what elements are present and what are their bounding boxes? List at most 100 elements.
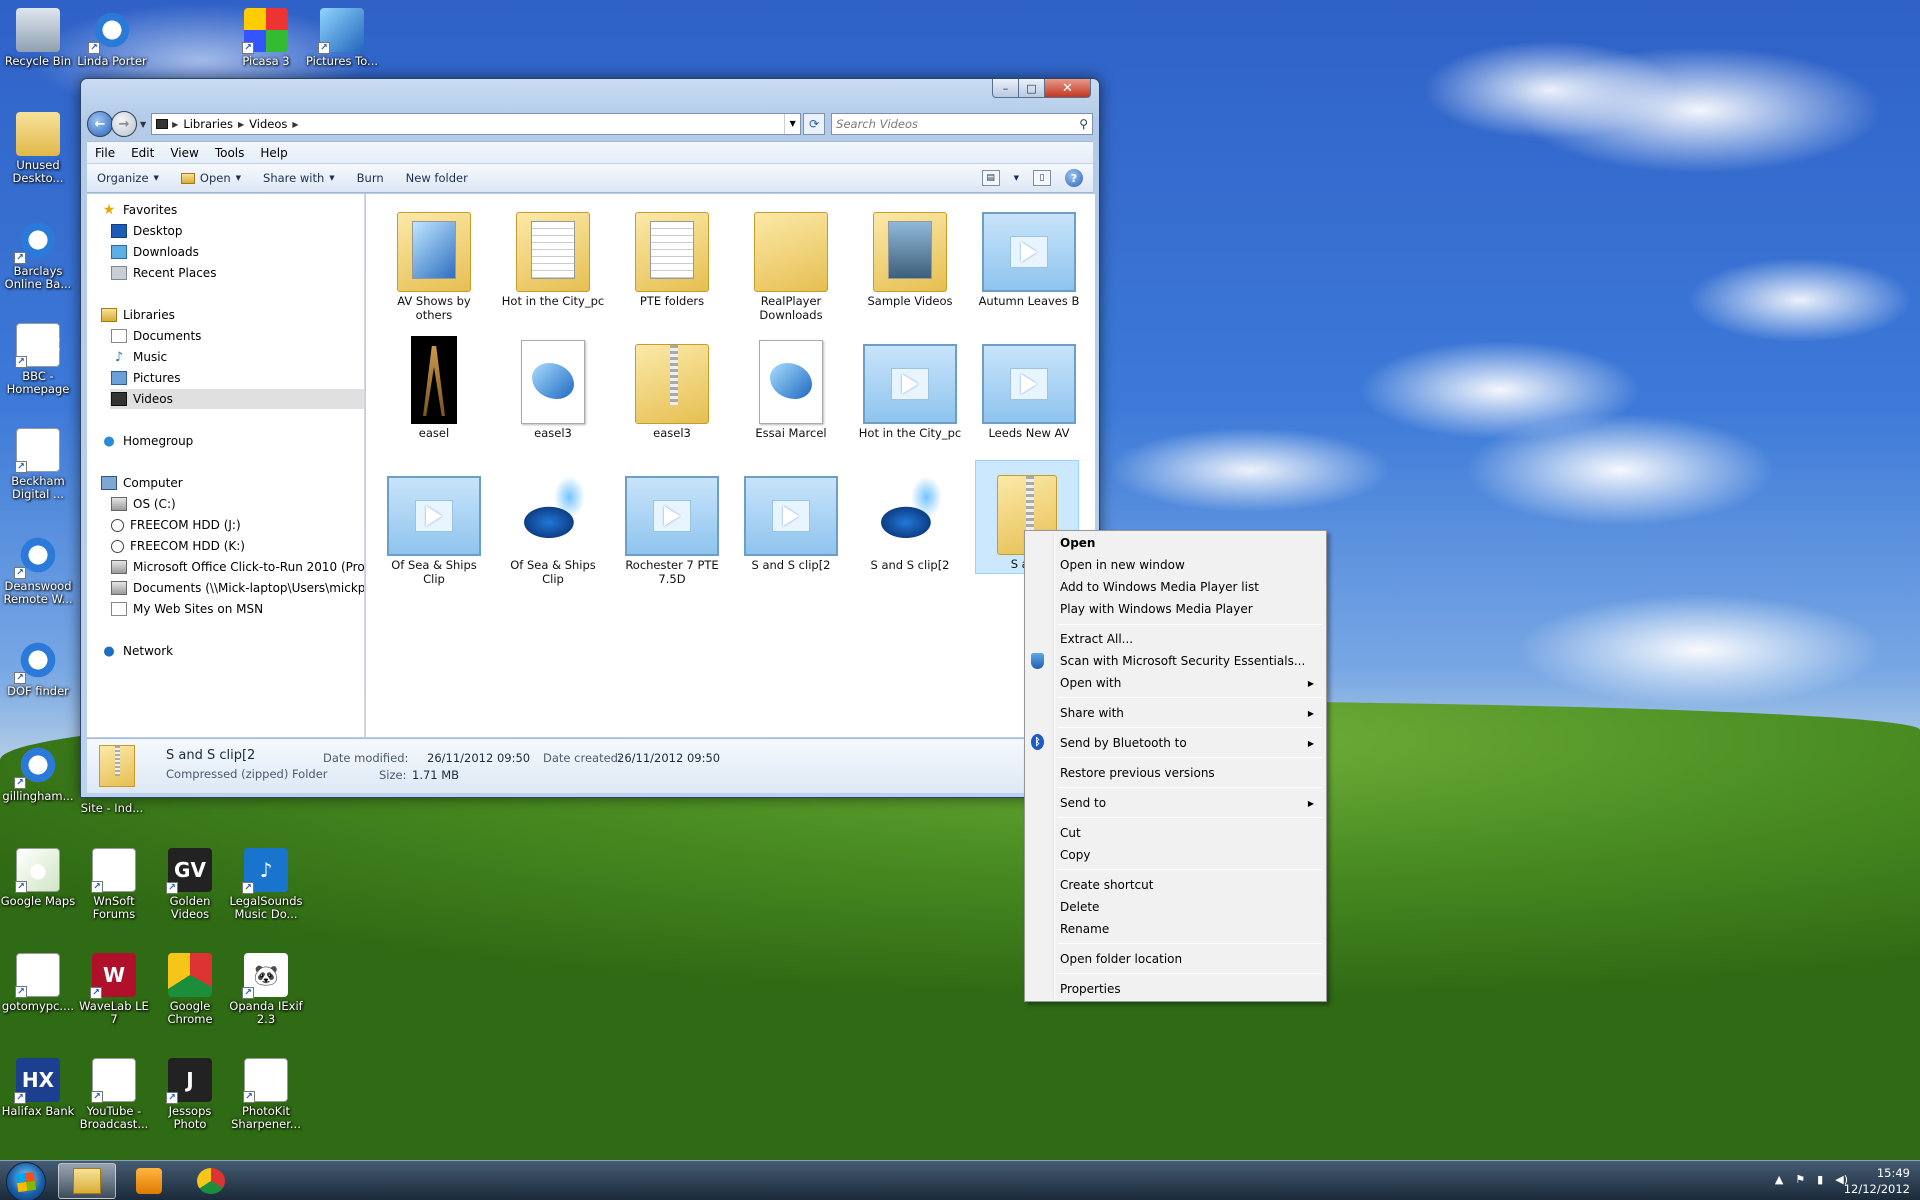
- nav-videos[interactable]: Videos: [110, 389, 364, 409]
- desktop-icon-beckham[interactable]: ♥ ↗ Beckham Digital ...: [0, 428, 76, 501]
- nav-computer[interactable]: Computer: [101, 473, 183, 493]
- show-hidden-icons-button[interactable]: ▲: [1775, 1173, 1783, 1186]
- burn-button[interactable]: Burn: [357, 171, 384, 185]
- desktop-icon-google-maps[interactable]: ● ↗ Google Maps: [0, 848, 76, 908]
- desktop-icon-pictures-to[interactable]: ↗ Pictures To...: [304, 8, 380, 68]
- menu-item-extract-all[interactable]: Extract All...: [1060, 628, 1322, 650]
- nav-libraries[interactable]: Libraries: [101, 305, 175, 325]
- breadcrumb-separator[interactable]: ▶: [238, 120, 244, 129]
- file-item[interactable]: easel3: [499, 330, 607, 440]
- address-bar[interactable]: ▶ Libraries ▶ Videos ▶ ▼: [151, 113, 802, 135]
- nav-office-click-to-run[interactable]: Microsoft Office Click-to-Run 2010 (Prot…: [111, 557, 364, 577]
- address-history-dropdown[interactable]: ▼: [784, 114, 800, 134]
- desktop-icon-unused[interactable]: Unused Deskto...: [0, 112, 76, 185]
- desktop-icon-barclays[interactable]: e ↗ Barclays Online Ba...: [0, 218, 76, 291]
- file-item[interactable]: easel: [380, 330, 488, 440]
- desktop-icon-recycle-bin[interactable]: Recycle Bin: [0, 8, 76, 68]
- taskbar-media-player-button[interactable]: [120, 1163, 178, 1199]
- menu-item-delete[interactable]: Delete: [1060, 896, 1322, 918]
- menu-edit[interactable]: Edit: [131, 146, 154, 160]
- breadcrumb-videos[interactable]: Videos: [249, 117, 287, 131]
- desktop-icon-gotomypc[interactable]: PC ↗ gotomypc....: [0, 953, 76, 1013]
- menu-item-send-bluetooth[interactable]: Send by Bluetooth to ▶: [1060, 732, 1322, 754]
- nav-network-documents[interactable]: Documents (\\Mick-laptop\Users\mickp) (: [111, 578, 364, 598]
- file-item[interactable]: PTE folders: [618, 198, 726, 308]
- taskbar-explorer-button[interactable]: [58, 1163, 116, 1199]
- share-with-button[interactable]: Share with ▼: [263, 171, 335, 185]
- menu-item-properties[interactable]: Properties: [1060, 978, 1322, 1000]
- back-button[interactable]: ←: [87, 111, 113, 137]
- desktop-icon-gillingham[interactable]: e ↗ gillingham...: [0, 743, 76, 803]
- file-item[interactable]: Leeds New AV: [975, 330, 1083, 440]
- menu-item-share-with[interactable]: Share with ▶: [1060, 702, 1322, 724]
- menu-item-open-new-window[interactable]: Open in new window: [1060, 554, 1322, 576]
- network-signal-icon[interactable]: ▮: [1817, 1173, 1823, 1186]
- menu-item-restore-versions[interactable]: Restore previous versions: [1060, 762, 1322, 784]
- desktop-icon-legalsounds[interactable]: ♪ ↗ LegalSounds Music Do...: [228, 848, 304, 921]
- desktop-icon-golden-videos[interactable]: GV ↗ Golden Videos: [152, 848, 228, 921]
- desktop-icon-photokit[interactable]: PDF ↗ PhotoKit Sharpener...: [228, 1058, 304, 1131]
- file-item[interactable]: AV Shows by others: [380, 198, 488, 322]
- search-icon[interactable]: ⚲: [1079, 117, 1088, 131]
- desktop-icon-chrome[interactable]: Google Chrome: [152, 953, 228, 1026]
- preview-pane-icon[interactable]: ▯: [1033, 170, 1051, 186]
- nav-music[interactable]: ♪ Music: [111, 347, 167, 367]
- file-item[interactable]: Of Sea & Ships Clip: [499, 462, 607, 586]
- desktop-icon-opanda[interactable]: 🐼 ↗ Opanda IExif 2.3: [228, 953, 304, 1026]
- menu-item-open[interactable]: Open: [1060, 532, 1322, 554]
- forward-button[interactable]: →: [111, 111, 137, 137]
- view-options-dropdown[interactable]: ▼: [1014, 174, 1019, 182]
- file-item[interactable]: Of Sea & Ships Clip: [380, 462, 488, 586]
- menu-help[interactable]: Help: [260, 146, 287, 160]
- recent-pages-dropdown[interactable]: ▼: [140, 120, 146, 129]
- desktop-icon-youtube[interactable]: ▶ ↗ YouTube - Broadcast...: [76, 1058, 152, 1131]
- menu-item-rename[interactable]: Rename: [1060, 918, 1322, 940]
- desktop-icon-halifax[interactable]: HX ↗ Halifax Bank: [0, 1058, 76, 1118]
- menu-file[interactable]: File: [95, 146, 115, 160]
- nav-web-sites[interactable]: My Web Sites on MSN: [111, 599, 263, 619]
- breadcrumb-libraries[interactable]: Libraries: [183, 117, 233, 131]
- desktop-icon-bbc[interactable]: BBC ↗ BBC - Homepage: [0, 323, 76, 396]
- file-item[interactable]: Rochester 7 PTE 7.5D: [618, 462, 726, 586]
- nav-downloads[interactable]: Downloads: [111, 242, 199, 262]
- menu-item-create-shortcut[interactable]: Create shortcut: [1060, 874, 1322, 896]
- breadcrumb-separator[interactable]: ▶: [292, 120, 298, 129]
- breadcrumb-separator[interactable]: ▶: [172, 120, 178, 129]
- menu-item-scan-mse[interactable]: Scan with Microsoft Security Essentials.…: [1060, 650, 1322, 672]
- menu-item-play-wmp[interactable]: Play with Windows Media Player: [1060, 598, 1322, 620]
- file-item[interactable]: easel3: [618, 330, 726, 440]
- search-input[interactable]: Search Videos ⚲: [831, 113, 1093, 135]
- menu-item-send-to[interactable]: Send to ▶: [1060, 792, 1322, 814]
- nav-recent-places[interactable]: Recent Places: [111, 263, 216, 283]
- desktop-icon-dof-finder[interactable]: e ↗ DOF finder: [0, 638, 76, 698]
- menu-item-open-with[interactable]: Open with ▶: [1060, 672, 1322, 694]
- desktop-icon-site-ind[interactable]: Site - Ind...: [74, 802, 150, 815]
- file-item[interactable]: S and S clip[2: [856, 462, 964, 572]
- minimize-button[interactable]: –: [992, 79, 1019, 98]
- help-icon[interactable]: ?: [1065, 169, 1083, 187]
- file-item[interactable]: Essai Marcel: [737, 330, 845, 440]
- desktop-icon-picasa[interactable]: ↗ Picasa 3: [228, 8, 304, 68]
- menu-item-add-wmp-list[interactable]: Add to Windows Media Player list: [1060, 576, 1322, 598]
- file-item[interactable]: Hot in the City_pc: [499, 198, 607, 308]
- taskbar-chrome-button[interactable]: [182, 1163, 240, 1199]
- menu-tools[interactable]: Tools: [215, 146, 245, 160]
- nav-drive-j[interactable]: FREECOM HDD (J:): [111, 515, 241, 535]
- nav-documents[interactable]: Documents: [111, 326, 201, 346]
- menu-view[interactable]: View: [170, 146, 198, 160]
- close-button[interactable]: ✕: [1045, 79, 1091, 98]
- action-center-flag-icon[interactable]: ⚑: [1795, 1173, 1805, 1186]
- file-item[interactable]: Autumn Leaves B: [975, 198, 1083, 308]
- change-view-icon[interactable]: ▤: [981, 170, 1000, 186]
- file-item[interactable]: Hot in the City_pc: [856, 330, 964, 440]
- desktop-icon-jessops[interactable]: J ↗ Jessops Photo: [152, 1058, 228, 1131]
- start-button[interactable]: [6, 1162, 46, 1200]
- desktop-icon-deanswood[interactable]: e ↗ Deanswood Remote W...: [0, 533, 76, 606]
- menu-item-cut[interactable]: Cut: [1060, 822, 1322, 844]
- nav-drive-c[interactable]: OS (C:): [111, 494, 176, 514]
- file-item[interactable]: RealPlayer Downloads: [737, 198, 845, 322]
- open-button[interactable]: Open ▼: [180, 171, 241, 185]
- clock[interactable]: 15:49 12/12/2012: [1840, 1165, 1910, 1197]
- desktop-icon-linda-porter[interactable]: e ↗ Linda Porter: [74, 8, 150, 68]
- nav-desktop[interactable]: Desktop: [111, 221, 183, 241]
